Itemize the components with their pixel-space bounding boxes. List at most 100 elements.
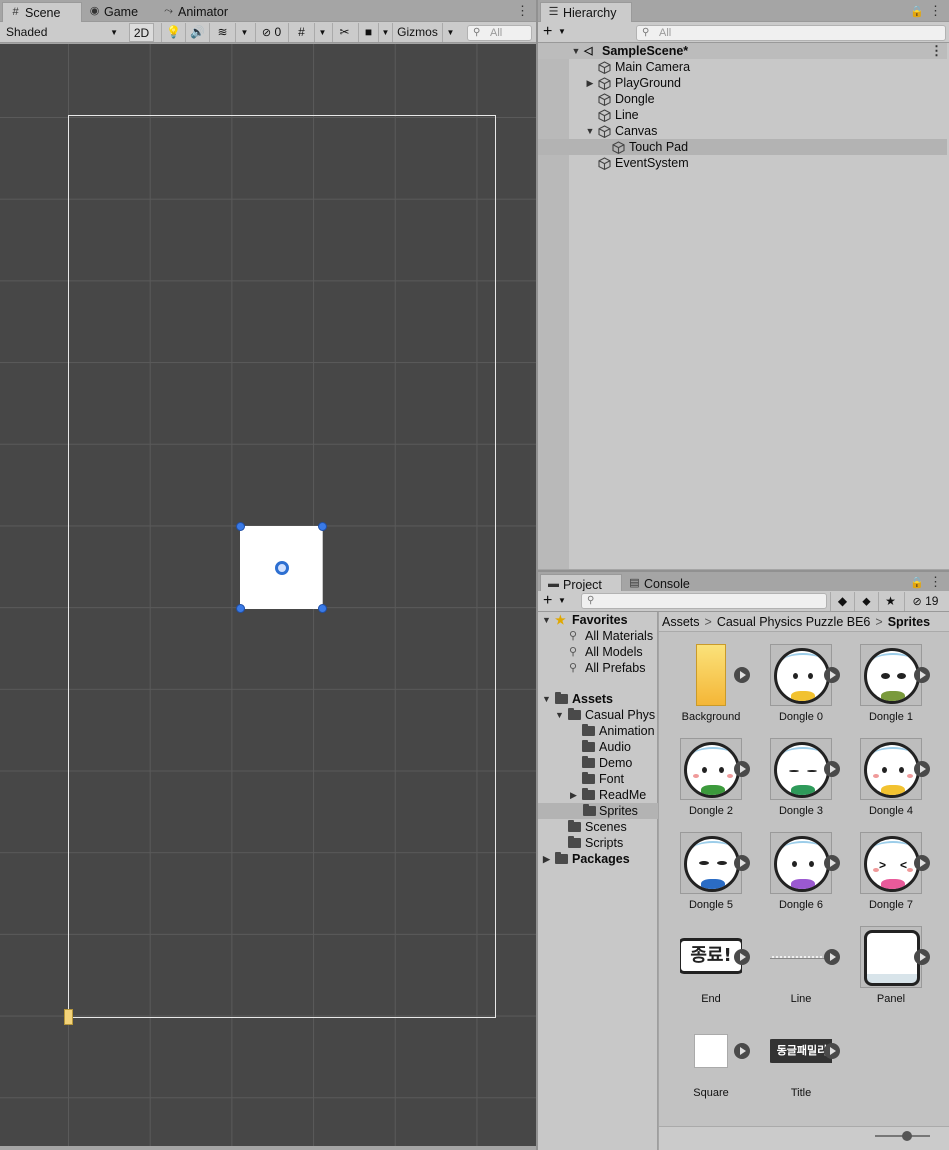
hidden-packages-toggle[interactable]: ⊘ 19 [904,592,946,611]
add-icon[interactable]: + [543,22,552,41]
tab-scene[interactable]: # Scene [2,2,82,22]
collapse-arrow-icon[interactable]: ▶ [543,851,550,867]
favorite-item-all-materials[interactable]: ⚲ All Materials [569,628,654,644]
grid-toggle-button[interactable]: # [288,23,314,42]
hierarchy-item-line[interactable]: Line [538,107,947,123]
expand-arrow-icon[interactable]: ▼ [542,691,551,707]
search-by-label-button[interactable]: ⬥ [854,592,878,611]
camera-button[interactable]: ■ [358,23,378,42]
hierarchy-search-input[interactable]: ⚲ All [636,25,946,41]
play-icon[interactable] [914,855,930,871]
collapse-arrow-icon[interactable]: ▶ [585,75,595,91]
lock-icon[interactable]: 🔒 [910,576,924,590]
asset-title[interactable]: 동글패밀리 Title [748,1020,840,1112]
hair-shape [783,841,823,857]
shading-mode-dropdown[interactable]: Shaded ▼ [0,23,124,42]
asset-end[interactable]: 종료! End [658,926,750,1018]
breadcrumb-assets[interactable]: Assets [662,615,700,629]
scene-viewport[interactable] [0,44,536,1146]
folder-font[interactable]: Font [582,771,624,787]
asset-dongle-3[interactable]: Dongle 3 [748,738,840,830]
collapse-arrow-icon[interactable]: ▶ [570,787,577,803]
slider-handle[interactable] [902,1131,912,1141]
search-icon: ⚲ [569,646,578,658]
2d-toggle-button[interactable]: 2D [129,23,154,42]
hierarchy-item-eventsystem[interactable]: EventSystem [538,155,947,171]
lock-icon[interactable]: 🔒 [910,5,924,19]
chevron-down-icon[interactable]: ▼ [558,22,566,42]
gizmos-button[interactable]: Gizmos [392,23,442,42]
effects-dropdown[interactable]: ▼ [235,23,253,42]
asset-dongle-1[interactable]: Dongle 1 [838,644,930,736]
asset-dongle-4[interactable]: Dongle 4 [838,738,930,830]
packages-folder[interactable]: ▶ Packages [543,851,630,867]
favorite-item-all-prefabs[interactable]: ⚲ All Prefabs [569,660,645,676]
tab-game[interactable]: ◉ Game [82,2,152,22]
breadcrumb-casual[interactable]: Casual Physics Puzzle BE6 [717,615,871,629]
play-icon[interactable] [914,761,930,777]
asset-dongle-5[interactable]: Dongle 5 [658,832,750,924]
project-menu-icon[interactable]: ⋮ [929,575,942,589]
effects-toggle-button[interactable]: ≋ [209,23,235,42]
asset-dongle-6[interactable]: Dongle 6 [748,832,840,924]
expand-arrow-icon[interactable]: ▼ [571,43,581,59]
folder-scripts[interactable]: Scripts [568,835,623,851]
hidden-objects-toggle[interactable]: ⊘ 0 [255,23,287,42]
expand-arrow-icon[interactable]: ▼ [555,707,564,723]
expand-arrow-icon[interactable]: ▼ [542,612,551,628]
asset-dongle-0[interactable]: Dongle 0 [748,644,840,736]
rect-handle-top-left[interactable] [236,522,245,531]
gizmos-dropdown[interactable]: ▼ [442,23,458,42]
pivot-icon[interactable] [275,561,289,575]
search-by-type-button[interactable]: ◆ [830,592,854,611]
asset-dongle-7[interactable]: > < Dongle 7 [838,832,930,924]
favorite-item-all-models[interactable]: ⚲ All Models [569,644,643,660]
asset-panel[interactable]: Panel [838,926,930,1018]
hierarchy-item-canvas[interactable]: ▼ Canvas [538,123,947,139]
favorites-header[interactable]: ▼ ★ Favorites [542,612,628,628]
breadcrumb-sprites[interactable]: Sprites [888,615,930,629]
folder-sprites[interactable]: Sprites [538,803,658,819]
hierarchy-item-touch-pad[interactable]: Touch Pad [538,139,947,155]
add-icon[interactable]: + [543,591,552,610]
folder-casual-physics[interactable]: ▼ Casual Phys [555,707,655,723]
folder-audio[interactable]: Audio [582,739,631,755]
assets-folder[interactable]: ▼ Assets [542,691,613,707]
favorites-button[interactable]: ★ [878,592,902,611]
rect-handle-bottom-left[interactable] [236,604,245,613]
play-icon[interactable] [824,1043,840,1059]
expand-arrow-icon[interactable]: ▼ [585,123,595,139]
folder-animation[interactable]: Animation [582,723,655,739]
tools-button[interactable]: ✂ [332,23,356,42]
audio-toggle-button[interactable]: 🔊 [185,23,209,42]
lighting-toggle-button[interactable]: 💡 [161,23,185,42]
tab-hierarchy[interactable]: ☰ Hierarchy [540,2,632,22]
camera-gizmo-icon[interactable] [64,1009,73,1025]
tab-animator[interactable]: ⤳ Animator [156,2,244,22]
asset-line[interactable]: Line [748,926,840,1018]
camera-dropdown[interactable]: ▼ [378,23,392,42]
hierarchy-item-playground[interactable]: ▶ PlayGround [538,75,947,91]
scene-search-input[interactable]: ⚲ All [467,25,532,41]
asset-square[interactable]: Square [658,1020,750,1112]
hierarchy-menu-icon[interactable]: ⋮ [929,4,942,18]
chevron-down-icon[interactable]: ▼ [558,591,566,611]
grid-dropdown[interactable]: ▼ [314,23,330,42]
play-icon[interactable] [914,667,930,683]
play-icon[interactable] [914,949,930,965]
hierarchy-item-main-camera[interactable]: Main Camera [538,59,947,75]
favorite-item-label: All Materials [585,629,654,643]
project-search-input[interactable]: ⚲ [581,593,827,609]
asset-background[interactable]: Background [658,644,750,736]
folder-readme[interactable]: ▶ ReadMe [570,787,646,803]
rect-handle-top-right[interactable] [318,522,327,531]
hierarchy-scene-row[interactable]: ▼ ◁ SampleScene* ⋮ [538,43,947,59]
asset-dongle-2[interactable]: Dongle 2 [658,738,750,830]
rect-handle-bottom-right[interactable] [318,604,327,613]
hierarchy-item-dongle[interactable]: Dongle [538,91,947,107]
folder-scenes[interactable]: Scenes [568,819,627,835]
scene-row-menu-icon[interactable]: ⋮ [930,44,943,58]
scene-menu-icon[interactable]: ⋮ [516,4,529,18]
chevron-down-icon: ▼ [381,28,390,37]
folder-demo[interactable]: Demo [582,755,632,771]
